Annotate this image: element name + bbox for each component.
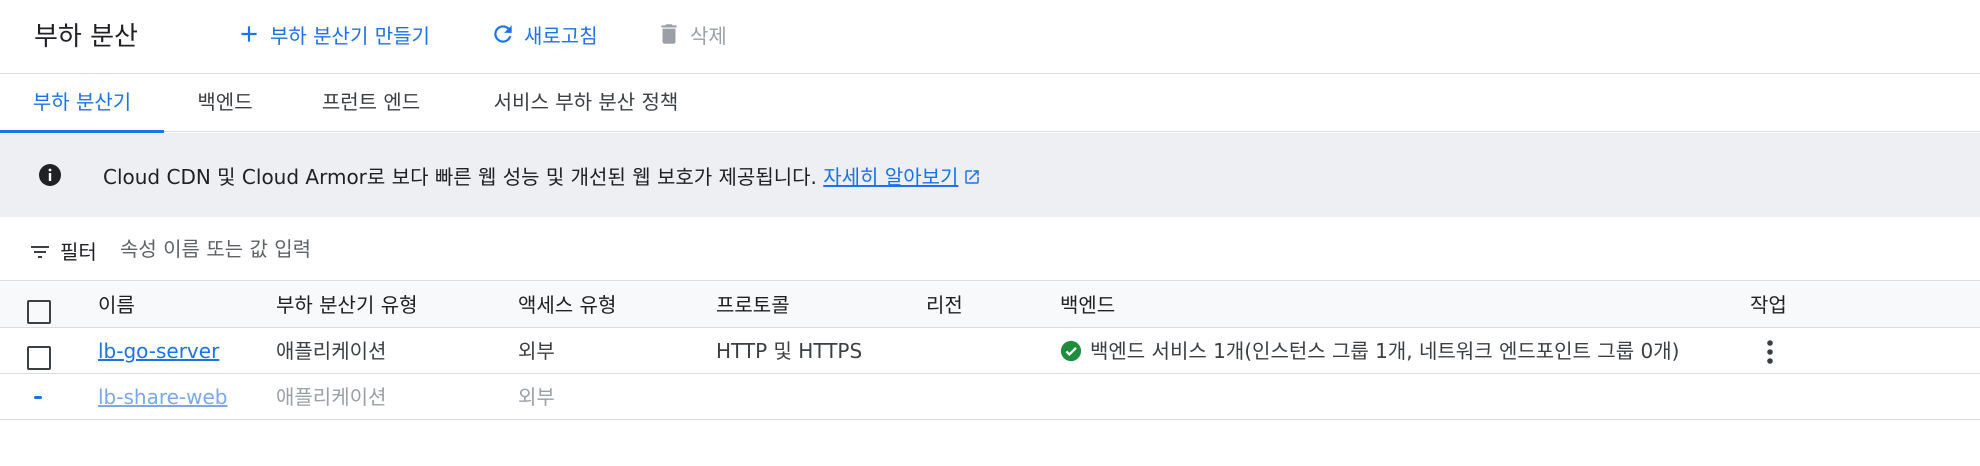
filter-label: 필터 xyxy=(60,240,97,264)
info-icon xyxy=(39,164,61,186)
filter-bar: 필터 xyxy=(0,218,1980,281)
tab-service-lb-policies[interactable]: 서비스 부하 분산 정책 xyxy=(466,74,706,132)
protocol-cell: HTTP 및 HTTPS xyxy=(716,339,863,363)
trash-icon xyxy=(661,24,677,44)
delete-label: 삭제 xyxy=(690,23,727,48)
access-cell: 외부 xyxy=(518,385,555,409)
header-name[interactable]: 이름 xyxy=(98,282,135,328)
filter-icon[interactable] xyxy=(28,240,52,264)
table-header: 이름 부하 분산기 유형 액세스 유형 프로토콜 리전 백엔드 작업 xyxy=(0,282,1980,328)
name-cell: lb-share-web xyxy=(98,374,227,420)
learn-more-label: 자세히 알아보기 xyxy=(823,165,959,189)
banner-message: Cloud CDN 및 Cloud Armor로 보다 빠른 웹 성능 및 개선… xyxy=(103,161,981,190)
select-all-checkbox[interactable] xyxy=(27,299,51,324)
refresh-button[interactable]: 새로고침 xyxy=(490,18,598,50)
header-action: 작업 xyxy=(1750,293,1787,317)
header-access[interactable]: 액세스 유형 xyxy=(518,282,616,328)
load-balancer-name-link[interactable]: lb-share-web xyxy=(98,385,227,409)
backend-summary: 백엔드 서비스 1개(인스턴스 그룹 1개, 네트워크 엔드포인트 그룹 0개) xyxy=(1090,339,1680,363)
page-title: 부하 분산 xyxy=(34,22,138,52)
external-link-icon xyxy=(965,170,980,184)
info-banner: Cloud CDN 및 Cloud Armor로 보다 빠른 웹 성능 및 개선… xyxy=(0,133,1980,217)
refresh-icon xyxy=(494,25,512,43)
loading-spinner-icon xyxy=(34,396,42,399)
access-cell: 외부 xyxy=(518,339,555,363)
tab-load-balancers[interactable]: 부하 분산기 xyxy=(0,74,164,133)
table-row: lb-share-web 애플리케이션 외부 xyxy=(0,374,1980,420)
delete-button[interactable]: 삭제 xyxy=(656,18,727,50)
name-cell: lb-go-server xyxy=(98,328,219,374)
select-all-cell xyxy=(27,282,51,328)
create-load-balancer-label: 부하 분산기 만들기 xyxy=(270,23,430,48)
banner-text: Cloud CDN 및 Cloud Armor로 보다 빠른 웹 성능 및 개선… xyxy=(103,165,817,189)
tab-frontends[interactable]: 프런트 엔드 xyxy=(300,74,442,132)
tab-backends[interactable]: 백엔드 xyxy=(172,74,278,132)
row-select-cell xyxy=(27,328,51,374)
table-row: lb-go-server 애플리케이션 외부 HTTP 및 HTTPS 백엔드 … xyxy=(0,328,1980,374)
learn-more-link[interactable]: 자세히 알아보기 xyxy=(823,165,981,189)
refresh-label: 새로고침 xyxy=(524,23,598,48)
check-circle-icon xyxy=(1060,340,1082,362)
more-vert-icon[interactable] xyxy=(1760,338,1780,366)
header-region[interactable]: 리전 xyxy=(926,282,963,328)
row-checkbox[interactable] xyxy=(27,345,51,370)
type-cell: 애플리케이션 xyxy=(276,385,387,409)
header-type[interactable]: 부하 분산기 유형 xyxy=(276,282,418,328)
backend-cell: 백엔드 서비스 1개(인스턴스 그룹 1개, 네트워크 엔드포인트 그룹 0개) xyxy=(1060,328,1679,374)
type-cell: 애플리케이션 xyxy=(276,339,387,363)
plus-icon xyxy=(241,26,257,42)
page-header: 부하 분산 부하 분산기 만들기 새로고침 삭제 xyxy=(0,0,1980,74)
header-backend[interactable]: 백엔드 xyxy=(1060,282,1115,328)
create-load-balancer-button[interactable]: 부하 분산기 만들기 xyxy=(236,18,430,50)
tab-bar: 부하 분산기 백엔드 프런트 엔드 서비스 부하 분산 정책 xyxy=(0,74,1980,133)
load-balancer-name-link[interactable]: lb-go-server xyxy=(98,339,219,363)
header-protocol[interactable]: 프로토콜 xyxy=(716,282,790,328)
filter-input[interactable] xyxy=(120,232,1020,266)
